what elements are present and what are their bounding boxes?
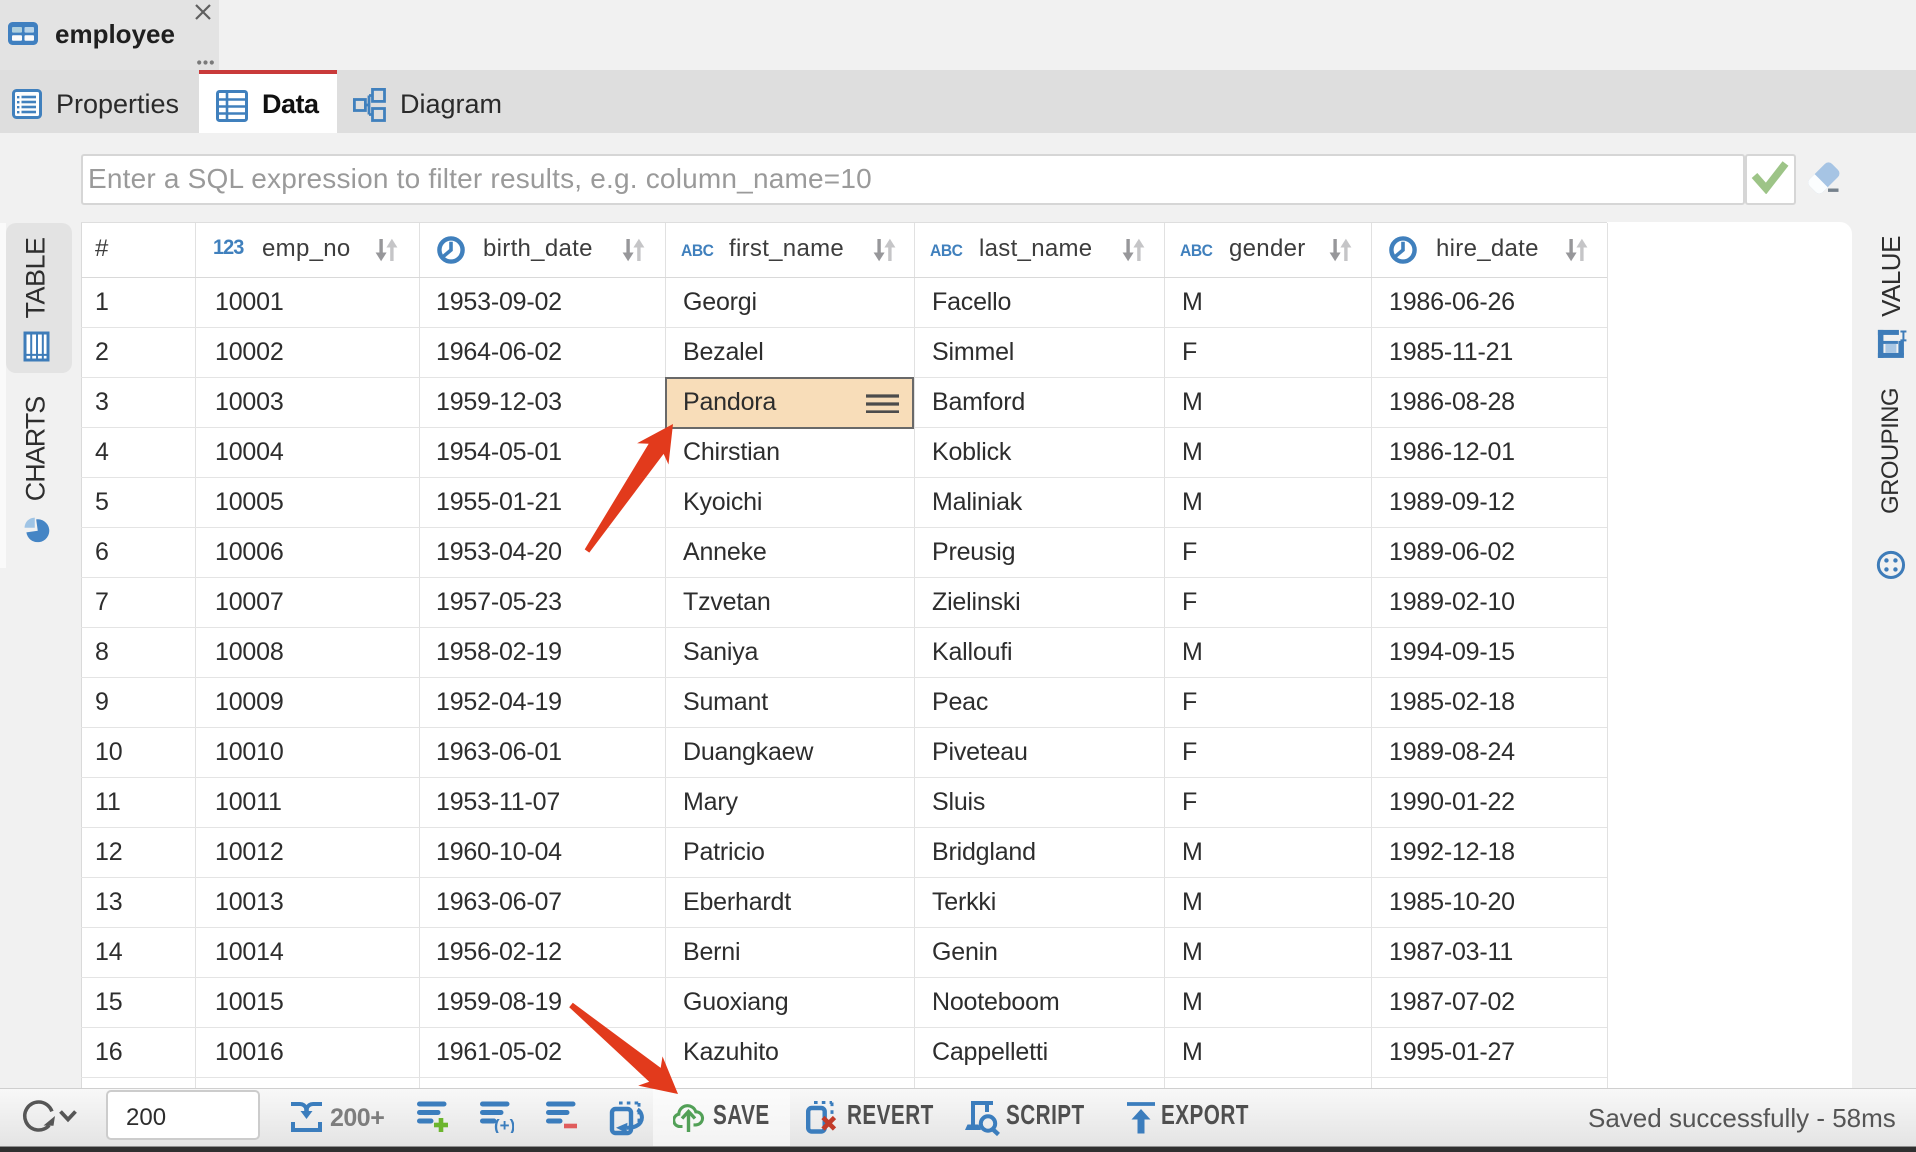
svg-text:(+): (+) — [494, 1116, 514, 1133]
